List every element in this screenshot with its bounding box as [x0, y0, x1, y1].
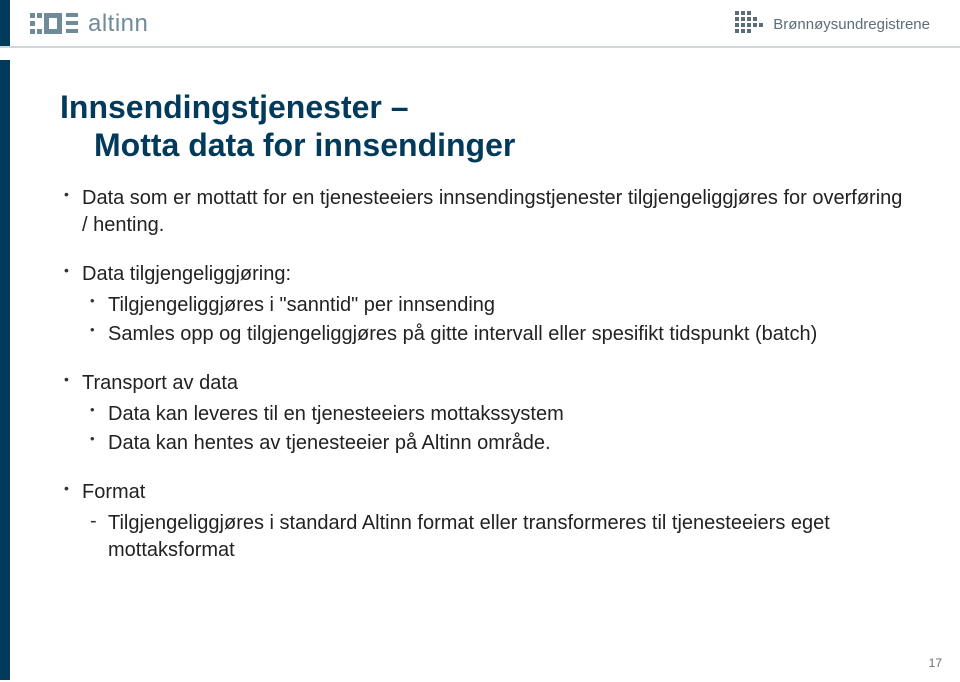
bullet-text: Transport av data	[82, 372, 238, 394]
sub-bullet-text: Tilgjengeliggjøres i standard Altinn for…	[108, 512, 830, 561]
sub-bullet-text: Data kan leveres til en tjenesteeiers mo…	[108, 403, 564, 425]
sub-bullet-item: Tilgjengeliggjøres i "sanntid" per innse…	[82, 292, 910, 319]
altinn-logo: altinn	[30, 10, 148, 38]
bullet-text: Format	[82, 481, 145, 503]
bullet-item: Data som er mottatt for en tjenesteeiers…	[60, 185, 910, 239]
bullet-list: Data som er mottatt for en tjenesteeiers…	[60, 185, 910, 564]
bullet-item: Transport av data Data kan leveres til e…	[60, 370, 910, 457]
sub-bullet-list: Tilgjengeliggjøres i "sanntid" per innse…	[82, 292, 910, 348]
bullet-text: Data tilgjengeliggjøring:	[82, 263, 291, 285]
sub-bullet-item: Data kan hentes av tjenesteeier på Altin…	[82, 430, 910, 457]
sub-bullet-item: Samles opp og tilgjengeliggjøres på gitt…	[82, 321, 910, 348]
sub-bullet-text: Samles opp og tilgjengeliggjøres på gitt…	[108, 323, 817, 345]
brreg-mark-icon	[735, 11, 763, 38]
brreg-logo-text: Brønnøysundregistrene	[773, 16, 930, 33]
bullet-item: Data tilgjengeliggjøring: Tilgjengeliggj…	[60, 261, 910, 348]
sub-bullet-item: Data kan leveres til en tjenesteeiers mo…	[82, 401, 910, 428]
left-accent-bar	[0, 60, 10, 680]
slide-content: Innsendingstjenester – Motta data for in…	[0, 48, 960, 606]
altinn-logo-text: altinn	[88, 10, 148, 38]
slide-header: altinn	[0, 0, 960, 48]
sub-bullet-text: Data kan hentes av tjenesteeier på Altin…	[108, 432, 551, 454]
sub-bullet-list: Data kan leveres til en tjenesteeiers mo…	[82, 401, 910, 457]
bullet-item: Format Tilgjengeliggjøres i standard Alt…	[60, 479, 910, 564]
brreg-logo: Brønnøysundregistrene	[735, 11, 930, 38]
slide-title: Innsendingstjenester – Motta data for in…	[60, 88, 910, 165]
title-line-2: Motta data for innsendinger	[60, 126, 910, 164]
sub-bullet-item: Tilgjengeliggjøres i standard Altinn for…	[82, 510, 910, 564]
sub-bullet-text: Tilgjengeliggjøres i "sanntid" per innse…	[108, 294, 495, 316]
page-number: 17	[929, 656, 942, 670]
altinn-mark-icon	[30, 11, 80, 37]
title-line-1: Innsendingstjenester –	[60, 89, 409, 125]
sub-bullet-list: Tilgjengeliggjøres i standard Altinn for…	[82, 510, 910, 564]
bullet-text: Data som er mottatt for en tjenesteeiers…	[82, 187, 902, 236]
